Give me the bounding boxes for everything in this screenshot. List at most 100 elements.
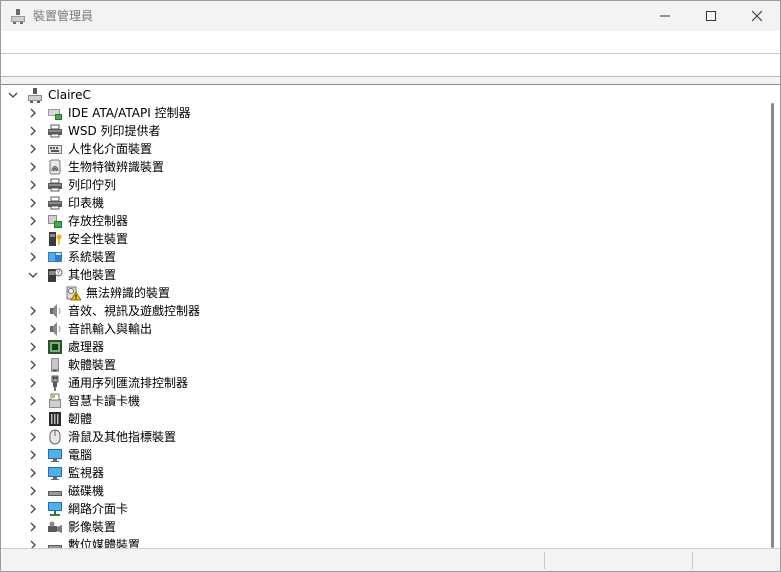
camera-icon — [47, 519, 63, 535]
tree-category-item[interactable]: 音效、視訊及遊戲控制器 — [27, 302, 200, 320]
status-bar-divider — [544, 552, 545, 569]
tree-item-label: WSD 列印提供者 — [68, 124, 161, 138]
chevron-right-icon[interactable] — [27, 392, 39, 410]
tree-category-item[interactable]: 安全性裝置 — [27, 230, 128, 248]
tree-category-item[interactable]: 監視器 — [27, 464, 104, 482]
chevron-right-icon[interactable] — [27, 302, 39, 320]
tree-category-item[interactable]: ? 其他裝置 — [27, 266, 116, 284]
tree-category-item[interactable]: IDE ATA/ATAPI 控制器 — [27, 104, 191, 122]
tree-category-item[interactable]: 處理器 — [27, 338, 104, 356]
toolbar[interactable] — [1, 54, 780, 77]
chevron-right-icon[interactable] — [27, 500, 39, 518]
hid-icon — [47, 141, 63, 157]
close-icon — [752, 11, 762, 21]
tree-item-label: 安全性裝置 — [68, 232, 129, 246]
tree-item-label: 音訊輸入與輸出 — [68, 322, 153, 336]
chevron-right-icon[interactable] — [27, 374, 39, 392]
chevron-right-icon[interactable] — [27, 320, 39, 338]
system-device-icon — [47, 249, 63, 265]
tree-category-item[interactable]: 電腦 — [27, 446, 92, 464]
processor-icon — [47, 339, 63, 355]
chevron-right-icon[interactable] — [27, 104, 39, 122]
tree-category-item[interactable]: 人性化介面裝置 — [27, 140, 152, 158]
chevron-right-icon[interactable] — [27, 248, 39, 266]
chevron-right-icon[interactable] — [27, 158, 39, 176]
chevron-right-icon[interactable] — [27, 122, 39, 140]
tree-item-label: 磁碟機 — [68, 484, 105, 498]
tree-category-item[interactable]: 印表機 — [27, 194, 104, 212]
tree-category-item[interactable]: 滑鼠及其他指標裝置 — [27, 428, 176, 446]
monitor-icon — [47, 447, 63, 463]
tree-category-item[interactable]: WSD 列印提供者 — [27, 122, 161, 140]
tree-item-label: 列印佇列 — [68, 178, 117, 192]
firmware-icon — [47, 411, 63, 427]
tree-item-label: 韌體 — [68, 412, 93, 426]
chevron-right-icon[interactable] — [27, 482, 39, 500]
tree-item-label: 生物特徵辨識裝置 — [68, 160, 165, 174]
maximize-icon — [706, 11, 716, 21]
chevron-right-icon[interactable] — [27, 194, 39, 212]
tree-category-item[interactable]: 生物特徵辨識裝置 — [27, 158, 164, 176]
tree-category-item[interactable]: 音訊輸入與輸出 — [27, 320, 152, 338]
tree-category-item[interactable]: 影像裝置 — [27, 518, 116, 536]
vertical-scrollbar[interactable] — [767, 85, 780, 548]
usb-icon — [47, 375, 63, 391]
tree-item-label: 印表機 — [68, 196, 105, 210]
tree-category-item[interactable]: 系統裝置 — [27, 248, 116, 266]
software-device-icon — [47, 357, 63, 373]
other-device-icon: ? — [47, 267, 63, 283]
chevron-right-icon[interactable] — [27, 446, 39, 464]
device-manager-app-icon — [10, 8, 26, 24]
title-bar[interactable]: 裝置管理員 — [1, 1, 780, 31]
chevron-right-icon[interactable] — [27, 176, 39, 194]
device-manager-window: 裝置管理員 ClaireC IDE ATA/ATAPI 控制器 WSD 列印提供者人… — [0, 0, 781, 572]
security-key-icon — [47, 231, 63, 247]
tree-root-row[interactable]: ClaireC — [7, 86, 91, 104]
scrollbar-thumb[interactable] — [771, 103, 774, 548]
printer-icon — [47, 123, 63, 139]
network-adapter-icon — [47, 501, 63, 517]
close-button[interactable] — [734, 1, 780, 31]
chevron-right-icon[interactable] — [27, 464, 39, 482]
tree-category-item[interactable]: 網路介面卡 — [27, 500, 128, 518]
computer-root-icon — [27, 87, 43, 103]
tree-item-label: 存放控制器 — [68, 214, 129, 228]
tree-child-item[interactable]: 無法辨識的裝置 — [45, 284, 170, 302]
tree-category-item[interactable]: 通用序列匯流排控制器 — [27, 374, 188, 392]
tree-item-label: 其他裝置 — [68, 268, 117, 282]
tree-item-label: 軟體裝置 — [68, 358, 117, 372]
tree-item-label: 監視器 — [68, 466, 105, 480]
menu-bar[interactable] — [1, 31, 780, 54]
minimize-button[interactable] — [642, 1, 688, 31]
tree-category-item[interactable]: 軟體裝置 — [27, 356, 116, 374]
tree-item-label: 音效、視訊及遊戲控制器 — [68, 304, 201, 318]
tree-category-item[interactable]: 列印佇列 — [27, 176, 116, 194]
speaker-icon — [47, 303, 63, 319]
speaker-icon — [47, 321, 63, 337]
chevron-right-icon[interactable] — [27, 338, 39, 356]
tree-category-item[interactable]: 存放控制器 — [27, 212, 128, 230]
device-tree[interactable]: ClaireC IDE ATA/ATAPI 控制器 WSD 列印提供者人性化介面裝置… — [1, 85, 780, 548]
chevron-right-icon[interactable] — [27, 536, 39, 548]
chevron-down-icon[interactable] — [27, 266, 39, 284]
disk-drive-icon — [47, 537, 63, 548]
tree-item-label: 滑鼠及其他指標裝置 — [68, 430, 177, 444]
monitor-icon — [47, 465, 63, 481]
tree-item-label: 通用序列匯流排控制器 — [68, 376, 189, 390]
chevron-right-icon[interactable] — [27, 140, 39, 158]
chevron-right-icon[interactable] — [27, 212, 39, 230]
chevron-right-icon[interactable] — [27, 356, 39, 374]
tree-category-item[interactable]: 數位媒體裝置 — [27, 536, 140, 548]
tree-category-item[interactable]: 韌體 — [27, 410, 92, 428]
maximize-button[interactable] — [688, 1, 734, 31]
chevron-right-icon[interactable] — [27, 410, 39, 428]
tree-category-item[interactable]: 智慧卡讀卡機 — [27, 392, 140, 410]
tree-category-item[interactable]: 磁碟機 — [27, 482, 104, 500]
chevron-right-icon[interactable] — [27, 230, 39, 248]
chevron-right-icon[interactable] — [27, 518, 39, 536]
tree-item-label: 系統裝置 — [68, 250, 117, 264]
chevron-down-icon[interactable] — [7, 86, 19, 104]
tree-item-label: 智慧卡讀卡機 — [68, 394, 141, 408]
chevron-right-icon[interactable] — [27, 428, 39, 446]
